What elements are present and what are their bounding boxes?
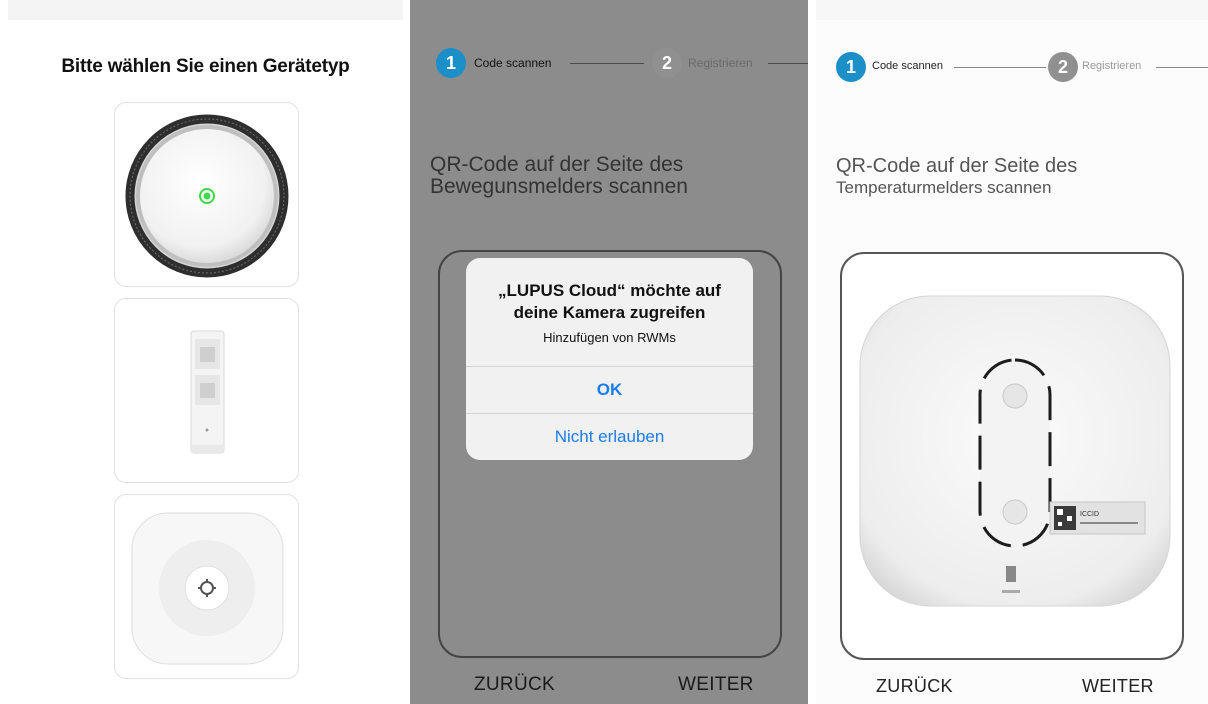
step-2-badge: 2 — [1048, 52, 1078, 82]
label-text: ICCID — [1080, 511, 1099, 518]
back-button[interactable]: ZURÜCK — [876, 676, 953, 697]
temperature-sensor-icon — [131, 512, 284, 665]
motion-scan-screen: 1 Code scannen 2 Registrieren QR-Code au… — [410, 0, 808, 704]
motion-detector-icon — [190, 330, 225, 454]
instruction-line-2: Temperaturmelders scannen — [836, 178, 1052, 197]
page-title: Bitte wählen Sie einen Gerätetyp — [61, 56, 350, 77]
instruction-line-1: QR-Code auf der Seite des — [836, 155, 1078, 177]
alert-title-line-1: „LUPUS Cloud“ möchte auf — [498, 281, 721, 300]
alert-ok-button[interactable]: OK — [466, 367, 753, 413]
camera-permission-alert: „LUPUS Cloud“ möchte auf deine Kamera zu… — [466, 258, 753, 460]
back-button[interactable]: ZURÜCK — [474, 674, 555, 696]
alert-title: „LUPUS Cloud“ möchte auf deine Kamera zu… — [476, 280, 743, 324]
temperature-scan-screen: 1 Code scannen 2 Registrieren QR-Code au… — [816, 0, 1208, 704]
smoke-detector-icon — [125, 114, 289, 278]
device-card-motion-detector[interactable] — [114, 298, 299, 483]
alert-message: Hinzufügen von RWMs — [543, 330, 676, 345]
step-indicator: 1 Code scannen 2 Registrieren — [836, 48, 1208, 84]
step-1-label: Code scannen — [872, 60, 943, 72]
instruction-line-2: Bewegunsmelders scannen — [430, 175, 688, 198]
step-connector — [570, 63, 644, 64]
step-2-label: Registrieren — [1082, 60, 1142, 72]
camera-scan-frame: ICCID — [840, 252, 1184, 660]
status-bar — [816, 0, 1208, 20]
device-card-smoke-detector[interactable] — [114, 102, 299, 287]
step-1-label: Code scannen — [474, 56, 552, 70]
step-2-badge: 2 — [652, 48, 682, 78]
step-2-label: Registrieren — [688, 56, 753, 70]
instruction-line-1: QR-Code auf der Seite des — [430, 153, 684, 176]
scan-instruction: QR-Code auf der Seite des Temperaturmeld… — [836, 155, 1176, 199]
alert-deny-button[interactable]: Nicht erlauben — [466, 414, 753, 460]
device-card-temperature-sensor[interactable] — [114, 494, 299, 679]
status-bar — [8, 0, 403, 20]
next-button[interactable]: WEITER — [1082, 676, 1154, 697]
step-indicator: 1 Code scannen 2 Registrieren — [430, 48, 808, 84]
step-connector — [768, 63, 808, 64]
device-type-screen: Bitte wählen Sie einen Gerätetyp — [8, 0, 403, 704]
step-1-badge: 1 — [436, 48, 466, 78]
step-1-badge: 1 — [836, 52, 866, 82]
next-button[interactable]: WEITER — [678, 674, 754, 696]
step-connector — [954, 67, 1046, 68]
scan-instruction: QR-Code auf der Seite des Bewegunsmelder… — [430, 154, 770, 198]
step-connector — [1156, 67, 1208, 68]
alert-title-line-2: deine Kamera zugreifen — [513, 303, 706, 322]
temperature-sensor-back-image: ICCID — [859, 295, 1171, 607]
